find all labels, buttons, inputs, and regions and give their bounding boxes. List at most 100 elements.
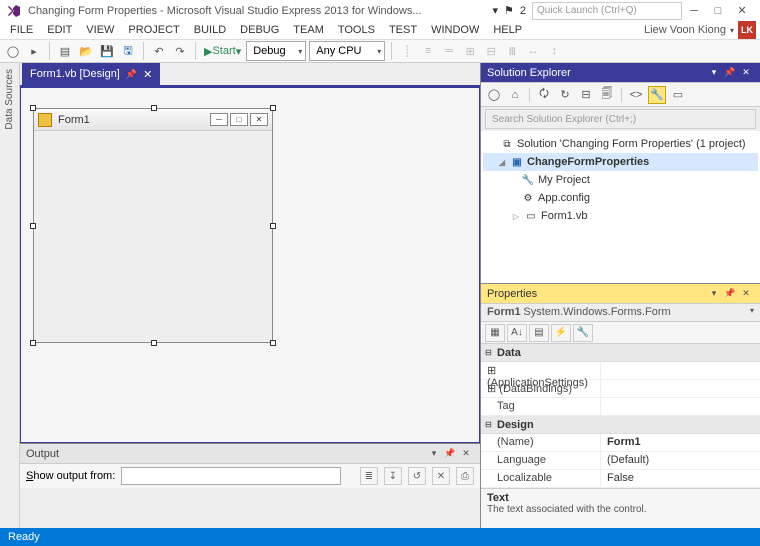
sync-icon[interactable]: 🗘 (535, 86, 553, 104)
properties-button[interactable]: ▤ (529, 324, 549, 342)
align-button[interactable]: ═ (440, 41, 458, 61)
menu-debug[interactable]: DEBUG (234, 22, 285, 38)
resize-handle[interactable] (270, 105, 276, 111)
output-btn[interactable]: ≣ (360, 467, 378, 485)
save-button[interactable]: 💾 (98, 41, 116, 61)
nav-fwd-button[interactable]: ▸ (25, 41, 43, 61)
menu-test[interactable]: TEST (383, 22, 423, 38)
title-bar: Changing Form Properties - Microsoft Vis… (0, 0, 760, 21)
output-btn[interactable]: ↺ (408, 467, 426, 485)
collapse-icon[interactable]: ⊟ (577, 86, 595, 104)
redo-button[interactable]: ↷ (171, 41, 189, 61)
menu-project[interactable]: PROJECT (122, 22, 185, 38)
code-icon[interactable]: <> (627, 86, 645, 104)
maximize-button[interactable]: □ (706, 1, 730, 21)
property-pages-button[interactable]: 🔧 (573, 324, 593, 342)
menu-edit[interactable]: EDIT (41, 22, 78, 38)
output-source-combo[interactable] (121, 467, 341, 485)
align-button[interactable]: ↔ (524, 41, 542, 61)
resize-handle[interactable] (151, 340, 157, 346)
prop-tag[interactable]: Tag (481, 398, 760, 416)
document-tab-form1[interactable]: Form1.vb [Design] 📌 ✕ (22, 63, 160, 85)
output-btn[interactable]: ⎙ (456, 467, 474, 485)
category-design[interactable]: ⊟Design (481, 416, 760, 434)
back-icon[interactable]: ◯ (485, 86, 503, 104)
output-btn[interactable]: ↧ (384, 467, 402, 485)
tree-form1[interactable]: ▷ ▭ Form1.vb (483, 207, 758, 225)
home-icon[interactable]: ⌂ (506, 86, 524, 104)
tree-my-project[interactable]: 🔧 My Project (483, 171, 758, 189)
nav-back-button[interactable]: ◯ (4, 41, 22, 61)
pin-icon[interactable]: 📌 (722, 287, 738, 301)
user-account[interactable]: Liew Voon Kiong ▾ LK (644, 21, 756, 39)
platform-combo[interactable]: Any CPU (309, 41, 385, 61)
prop-databindings[interactable]: ⊞ (DataBindings) (481, 380, 760, 398)
close-icon[interactable]: ✕ (143, 68, 152, 81)
prop-localizable[interactable]: LocalizableFalse (481, 470, 760, 488)
align-button[interactable]: ↕ (545, 41, 563, 61)
close-icon[interactable]: ✕ (458, 447, 474, 461)
tree-project[interactable]: ◢ ▣ ChangeFormProperties (483, 153, 758, 171)
menu-tools[interactable]: TOOLS (332, 22, 381, 38)
prop-language[interactable]: Language(Default) (481, 452, 760, 470)
align-button[interactable]: ≡ (419, 41, 437, 61)
categorized-button[interactable]: ▦ (485, 324, 505, 342)
menu-file[interactable]: FILE (4, 22, 39, 38)
solution-search-input[interactable]: Search Solution Explorer (Ctrl+;) (485, 109, 756, 129)
align-button[interactable]: ⊞ (461, 41, 479, 61)
start-button[interactable]: ▶ Start ▾ (202, 41, 243, 61)
menu-window[interactable]: WINDOW (425, 22, 485, 38)
align-button[interactable]: ⊟ (482, 41, 500, 61)
resize-handle[interactable] (30, 223, 36, 229)
tree-solution[interactable]: ⧉ Solution 'Changing Form Properties' (1… (483, 135, 758, 153)
resize-handle[interactable] (270, 340, 276, 346)
expander-icon[interactable]: ◢ (497, 158, 507, 167)
new-project-button[interactable]: ▤ (56, 41, 74, 61)
resize-handle[interactable] (30, 105, 36, 111)
menu-view[interactable]: VIEW (80, 22, 120, 38)
resize-handle[interactable] (270, 223, 276, 229)
events-button[interactable]: ⚡ (551, 324, 571, 342)
close-icon[interactable]: ✕ (738, 66, 754, 80)
data-sources-rail[interactable]: Data Sources (0, 63, 20, 528)
expander-icon[interactable]: ▷ (511, 212, 521, 221)
open-button[interactable]: 📂 (77, 41, 95, 61)
quick-launch-input[interactable]: Quick Launch (Ctrl+Q) (532, 2, 682, 20)
menu-build[interactable]: BUILD (188, 22, 232, 38)
output-btn[interactable]: ✕ (432, 467, 450, 485)
minimize-button[interactable]: ─ (682, 1, 706, 21)
notifications[interactable]: ▾ ⚑ 2 (492, 4, 526, 17)
dropdown-icon[interactable]: ▾ (426, 447, 442, 461)
show-all-icon[interactable]: 🗐 (598, 86, 616, 104)
form-window[interactable]: Form1 ─ □ ✕ (33, 108, 273, 343)
form-close-button[interactable]: ✕ (250, 113, 268, 126)
designer-surface[interactable]: Form1 ─ □ ✕ (20, 85, 480, 443)
properties-object-combo[interactable]: Form1 System.Windows.Forms.Form ▾ (481, 304, 760, 322)
category-data[interactable]: ⊟Data (481, 344, 760, 362)
close-icon[interactable]: ✕ (738, 287, 754, 301)
save-all-button[interactable]: 🖫 (119, 41, 137, 61)
align-button[interactable]: ┊ (398, 41, 416, 61)
menu-team[interactable]: TEAM (287, 22, 330, 38)
dropdown-icon[interactable]: ▾ (706, 287, 722, 301)
undo-button[interactable]: ↶ (150, 41, 168, 61)
align-button[interactable]: Ⅲ (503, 41, 521, 61)
config-combo[interactable]: Debug (246, 41, 306, 61)
menu-help[interactable]: HELP (487, 22, 528, 38)
pin-icon[interactable]: 📌 (722, 66, 738, 80)
properties-icon[interactable]: 🔧 (648, 86, 666, 104)
tree-app-config[interactable]: ⚙ App.config (483, 189, 758, 207)
resize-handle[interactable] (30, 340, 36, 346)
form-maximize-button[interactable]: □ (230, 113, 248, 126)
preview-icon[interactable]: ▭ (669, 86, 687, 104)
close-button[interactable]: ✕ (730, 1, 754, 21)
pin-icon[interactable]: 📌 (126, 69, 137, 80)
alphabetical-button[interactable]: A↓ (507, 324, 527, 342)
form-minimize-button[interactable]: ─ (210, 113, 228, 126)
dropdown-icon[interactable]: ▾ (706, 66, 722, 80)
resize-handle[interactable] (151, 105, 157, 111)
prop-name[interactable]: (Name)Form1 (481, 434, 760, 452)
prop-applicationsettings[interactable]: ⊞ (ApplicationSettings) (481, 362, 760, 380)
refresh-icon[interactable]: ↻ (556, 86, 574, 104)
pin-icon[interactable]: 📌 (442, 447, 458, 461)
